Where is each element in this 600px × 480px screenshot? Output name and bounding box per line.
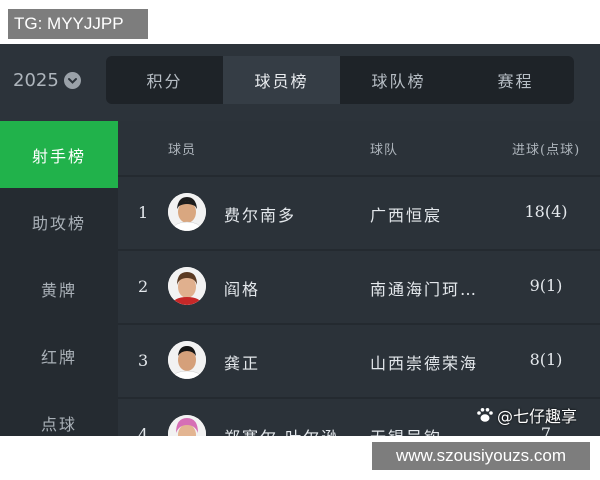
goals-value: 9(1)	[529, 276, 563, 295]
player-name: 龚正	[224, 354, 261, 373]
avatar	[168, 193, 206, 231]
rankings-table: 球员 球队 进球(点球) 1 费尔南多 广西恒宸 18(4) 2 阎格 南通海门…	[118, 121, 600, 436]
tab-schedule[interactable]: 赛程	[457, 56, 574, 104]
player-name: 郑赛尔·叶尔逊	[224, 424, 339, 436]
source-tag: TG: MYYJJPP	[8, 9, 148, 39]
avatar	[168, 415, 206, 436]
top-bar: 2025 积分 球员榜 球队榜 赛程	[0, 44, 600, 121]
sidebar: 射手榜 助攻榜 黄牌 红牌 点球	[0, 121, 118, 436]
avatar	[168, 267, 206, 305]
rank-number: 4	[138, 425, 149, 436]
goals-value: 18(4)	[524, 202, 568, 221]
column-header-goals: 进球(点球)	[512, 143, 581, 158]
rank-number: 2	[138, 277, 149, 296]
source-url: www.szousiyouzs.com	[372, 442, 590, 470]
goals-value: 8(1)	[529, 350, 563, 369]
player-name: 阎格	[224, 280, 261, 299]
app-window: 2025 积分 球员榜 球队榜 赛程 射手榜 助攻榜 黄牌 红牌 点球 球员 球…	[0, 44, 600, 436]
sidebar-item-top-scorers[interactable]: 射手榜	[0, 121, 118, 188]
sidebar-item-red-cards[interactable]: 红牌	[0, 322, 118, 389]
year-selector[interactable]: 2025	[13, 68, 81, 92]
watermark-text: @七仔趣享	[497, 407, 578, 426]
sidebar-item-yellow-cards[interactable]: 黄牌	[0, 255, 118, 322]
column-header-team: 球队	[370, 143, 399, 158]
chevron-down-icon	[63, 71, 81, 89]
watermark: @七仔趣享	[476, 403, 577, 427]
team-name: 广西恒宸	[370, 206, 443, 225]
team-name: 山西崇德荣海	[370, 354, 479, 373]
tab-team-rankings[interactable]: 球队榜	[340, 56, 457, 104]
paw-icon	[477, 408, 493, 422]
tab-standings[interactable]: 积分	[106, 56, 223, 104]
table-row[interactable]: 2 阎格 南通海门珂… 9(1)	[118, 249, 600, 323]
avatar	[168, 341, 206, 379]
table-row[interactable]: 3 龚正 山西崇德荣海 8(1)	[118, 323, 600, 397]
team-name: 无锡吴钩	[370, 424, 442, 436]
column-header-player: 球员	[168, 143, 197, 158]
player-name: 费尔南多	[224, 206, 297, 225]
sidebar-item-penalties[interactable]: 点球	[0, 389, 118, 436]
sidebar-item-assists[interactable]: 助攻榜	[0, 188, 118, 255]
tab-bar: 积分 球员榜 球队榜 赛程	[106, 56, 574, 104]
table-row[interactable]: 1 费尔南多 广西恒宸 18(4)	[118, 175, 600, 249]
rank-number: 1	[138, 203, 149, 222]
team-name: 南通海门珂…	[370, 280, 479, 299]
table-header: 球员 球队 进球(点球)	[118, 121, 600, 175]
tab-player-rankings[interactable]: 球员榜	[223, 56, 340, 104]
year-label: 2025	[13, 69, 59, 91]
rank-number: 3	[138, 351, 149, 370]
